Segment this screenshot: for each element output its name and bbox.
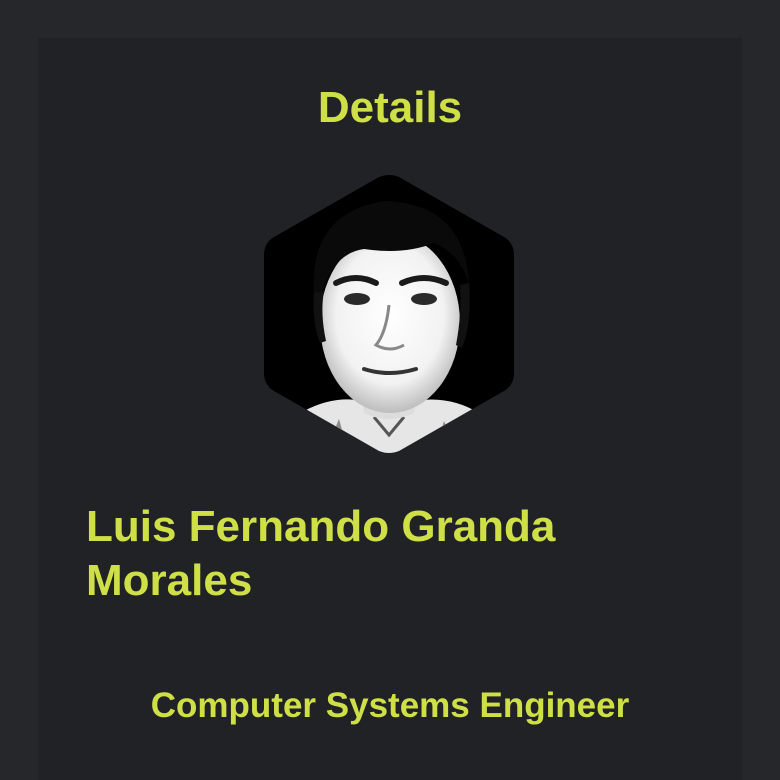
page-title: Details [317, 83, 463, 132]
profile-occupation: Computer Systems Engineer [150, 686, 630, 725]
avatar [264, 173, 514, 455]
profile-full-name: Luis Fernando Granda Morales [86, 502, 556, 605]
avatar-photo [264, 175, 514, 453]
